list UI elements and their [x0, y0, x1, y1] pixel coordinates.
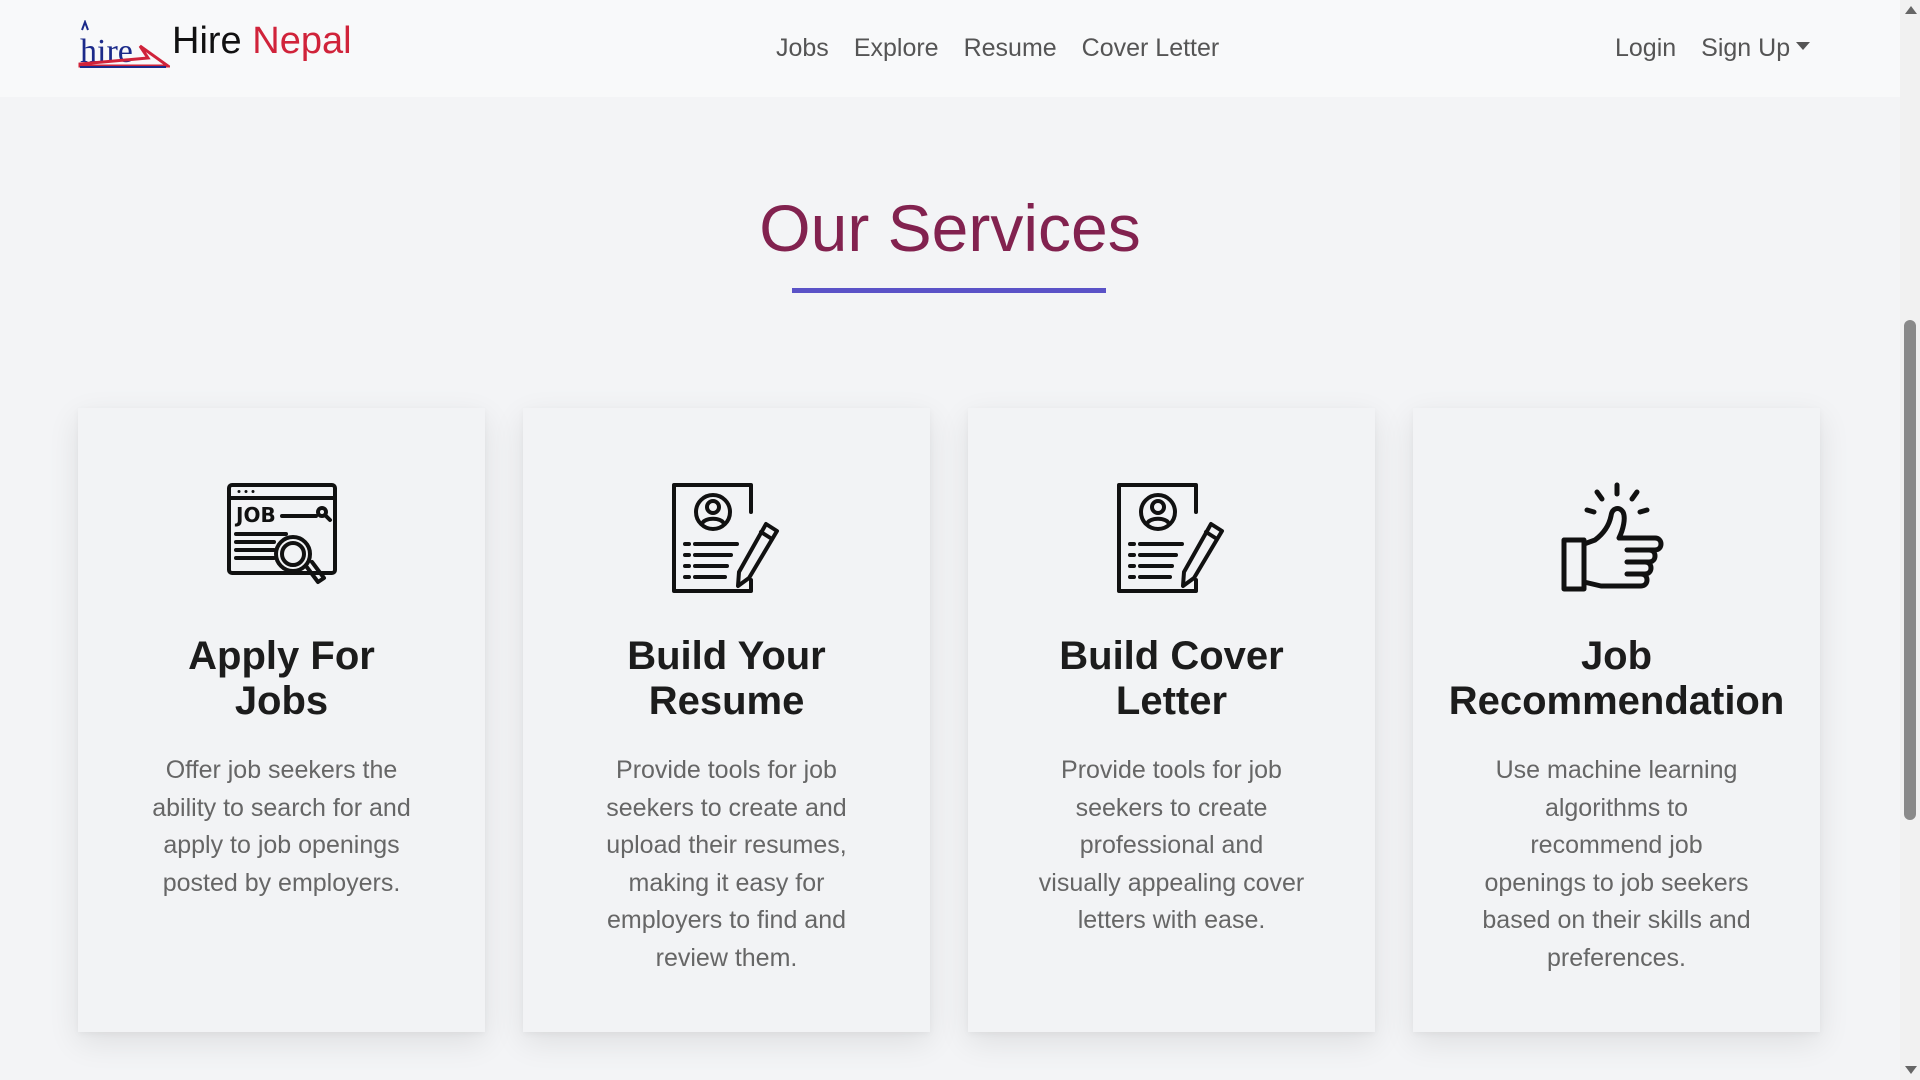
- card-description: Offer job seekers the ability to search …: [152, 756, 411, 897]
- section-title: Our Services: [759, 191, 1141, 265]
- card-title-line: Letter: [1115, 679, 1228, 723]
- scrollbar-thumb[interactable]: [1904, 320, 1916, 820]
- brand-hire-text: Hire: [172, 19, 242, 62]
- auth-nav: Login Sign Up: [1615, 34, 1811, 63]
- scroll-down-arrow-icon[interactable]: [1905, 1066, 1917, 1074]
- card-title: Build Your Resume: [557, 634, 897, 724]
- card-title: Apply For Jobs: [112, 634, 452, 724]
- card-description: Use machine learning algorithms to recom…: [1482, 756, 1751, 972]
- service-card-build-resume[interactable]: Build Your Resume Provide tools for job …: [523, 408, 930, 1032]
- cover-letter-edit-icon: [1116, 483, 1224, 593]
- title-underline: [792, 288, 1106, 293]
- card-description: Provide tools for job seekers to create …: [1038, 756, 1305, 934]
- signup-label: Sign Up: [1701, 34, 1791, 62]
- resume-edit-icon: [671, 483, 779, 593]
- nav-cover-letter[interactable]: Cover Letter: [1082, 34, 1220, 63]
- card-title-line: Build Your: [627, 634, 826, 678]
- card-title-line: Build Cover: [1059, 634, 1284, 678]
- service-card-job-recommendation[interactable]: Job Recommendation Use machine learning …: [1413, 408, 1820, 1032]
- card-title: Job Recommendation: [1447, 634, 1787, 724]
- nav-explore[interactable]: Explore: [854, 34, 939, 63]
- card-title-line: Job: [1580, 634, 1653, 678]
- navbar: hire Hire Nepal Jobs Explore Resume Cove…: [0, 0, 1900, 97]
- svg-text:JOB: JOB: [234, 503, 276, 527]
- card-title-line: Recommendation: [1448, 679, 1785, 723]
- hire-logo-icon: hire: [78, 20, 170, 70]
- card-title-line: Apply For: [188, 634, 375, 678]
- login-link[interactable]: Login: [1615, 34, 1676, 63]
- brand-nepal-text: Nepal: [252, 19, 352, 62]
- brand-link[interactable]: hire Hire Nepal: [78, 20, 352, 72]
- nav-jobs[interactable]: Jobs: [776, 34, 829, 63]
- thumbs-up-icon: [1561, 482, 1663, 592]
- services-cards: JOB Apply For Jobs Offer job seekers the…: [78, 408, 1820, 1032]
- page-scrollbar[interactable]: [1900, 0, 1920, 1080]
- main-nav: Jobs Explore Resume Cover Letter: [776, 34, 1219, 63]
- service-card-build-cover-letter[interactable]: Build Cover Letter Provide tools for job…: [968, 408, 1375, 1032]
- nav-resume[interactable]: Resume: [964, 34, 1057, 63]
- card-title-line: Resume: [648, 679, 805, 723]
- scroll-up-arrow-icon[interactable]: [1905, 6, 1917, 14]
- card-description: Provide tools for job seekers to create …: [606, 756, 847, 972]
- card-title-line: Jobs: [234, 679, 329, 723]
- service-card-apply-jobs[interactable]: JOB Apply For Jobs Offer job seekers the…: [78, 408, 485, 1032]
- card-title: Build Cover Letter: [1002, 634, 1342, 724]
- job-search-icon: JOB: [226, 483, 337, 584]
- caret-down-icon: [1796, 42, 1811, 51]
- signup-dropdown[interactable]: Sign Up: [1701, 34, 1811, 63]
- brand-name: Hire Nepal: [172, 20, 352, 63]
